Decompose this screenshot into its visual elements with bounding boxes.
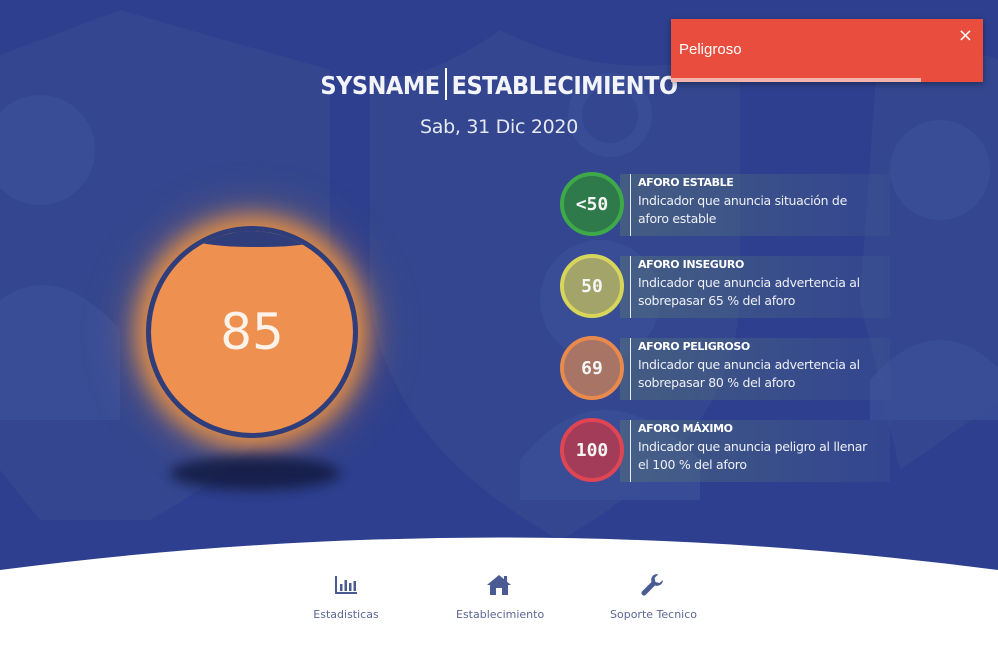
section-name: ESTABLECIMIENTO [451, 71, 678, 100]
legend-badge: 50 [560, 254, 624, 318]
legend-description: Indicador que anuncia peligro al llenar … [638, 439, 867, 472]
title-separator [444, 68, 447, 100]
current-date: Sab, 31 Dic 2020 [419, 116, 578, 138]
nav-estadisticas[interactable]: Estadisticas [306, 572, 386, 621]
nav-soporte-tecnico[interactable]: Soporte Tecnico [610, 572, 697, 621]
legend-title: AFORO INSEGURO [638, 258, 744, 271]
nav-establecimiento[interactable]: Establecimiento [456, 572, 545, 621]
nav-label: Soporte Tecnico [610, 608, 697, 621]
gauge-shadow [170, 456, 340, 490]
legend-title: AFORO MÁXIMO [638, 422, 733, 435]
legend-divider [630, 420, 631, 482]
nav-label: Estadisticas [313, 608, 379, 621]
bottom-navigation: Estadisticas Establecimiento Soporte Tec… [0, 572, 998, 632]
legend-description: Indicador que anuncia advertencia al sob… [638, 357, 860, 390]
legend-divider [630, 338, 631, 400]
legend-item-maximo: 100 AFORO MÁXIMO Indicador que anuncia p… [560, 418, 890, 484]
gauge-value: 85 [220, 303, 284, 361]
toast-message: Peligroso [679, 41, 742, 58]
nav-label: Establecimiento [456, 608, 545, 621]
legend-title: AFORO PELIGROSO [638, 340, 750, 353]
toast-notification: Peligroso × [671, 19, 983, 82]
legend-item-inseguro: 50 AFORO INSEGURO Indicador que anuncia … [560, 254, 890, 320]
legend-badge: <50 [560, 172, 624, 236]
legend-title: AFORO ESTABLE [638, 176, 734, 189]
legend-description: Indicador que anuncia situación de aforo… [638, 193, 847, 226]
legend-badge: 69 [560, 336, 624, 400]
legend-divider [630, 174, 631, 236]
legend-divider [630, 256, 631, 318]
legend-badge: 100 [560, 418, 624, 482]
toast-progress-bar [671, 78, 921, 82]
bar-chart-icon [335, 576, 357, 594]
brand-name: SYSNAME [320, 71, 440, 100]
occupancy-gauge: 85 [146, 226, 358, 438]
close-icon[interactable]: × [958, 25, 973, 46]
legend-description: Indicador que anuncia advertencia al sob… [638, 275, 860, 308]
wrench-icon [641, 574, 663, 596]
legend-item-peligroso: 69 AFORO PELIGROSO Indicador que anuncia… [560, 336, 890, 402]
home-icon [487, 575, 511, 595]
gauge-circle: 85 [146, 226, 358, 438]
legend-item-estable: <50 AFORO ESTABLE Indicador que anuncia … [560, 172, 890, 238]
